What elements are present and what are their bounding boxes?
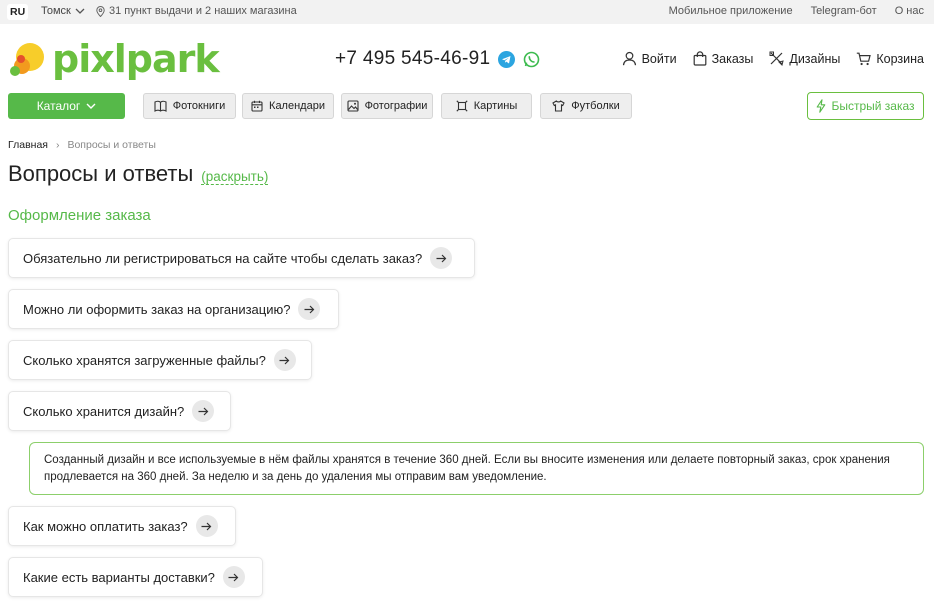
pickup-label: 31 пункт выдачи и 2 наших магазина [109,5,297,17]
breadcrumb: Главная › Вопросы и ответы [8,139,156,151]
catalog-label: Каталог [36,99,81,113]
arrow-right-icon [430,247,453,269]
about-link[interactable]: О нас [895,5,924,17]
arrow-right-icon [192,400,215,422]
pickup-points-link[interactable]: 31 пункт выдачи и 2 наших магазина [96,5,297,17]
nav-tshirts-label: Футболки [571,100,620,112]
logo[interactable]: pixlpark [8,37,220,81]
chevron-down-icon [75,8,85,14]
quick-order-label: Быстрый заказ [831,99,915,113]
nav-paintings[interactable]: Картины [441,93,532,119]
cart-link[interactable]: Корзина [856,51,924,66]
breadcrumb-current: Вопросы и ответы [67,139,156,151]
book-icon [154,100,167,112]
city-label: Томск [41,5,71,17]
shopping-bag-icon [693,51,706,66]
orders-link[interactable]: Заказы [693,51,754,66]
nav-photos-label: Фотографии [364,100,428,112]
faq-item-delivery[interactable]: Какие есть варианты доставки? [8,557,263,597]
catalog-button[interactable]: Каталог [8,93,125,119]
arrow-right-icon [222,566,245,588]
faq-question: Сколько хранятся загруженные файлы? [23,352,266,368]
mobile-app-link[interactable]: Мобильное приложение [669,5,793,17]
quick-order-button[interactable]: Быстрый заказ [807,92,924,120]
chevron-down-icon [86,103,96,109]
faq-question: Можно ли оформить заказ на организацию? [23,301,291,317]
designs-link[interactable]: Дизайны [769,51,840,66]
logo-text: pixlpark [52,37,220,81]
top-links: Мобильное приложение Telegram-бот О нас [669,5,924,17]
faq-question: Сколько хранится дизайн? [23,403,185,419]
language-switch[interactable]: RU [7,4,29,20]
faq-answer-design-storage: Созданный дизайн и все используемые в нё… [29,442,924,495]
calendar-icon [251,100,263,112]
nav-photobooks-label: Фотокниги [172,100,226,112]
city-selector[interactable]: Томск [41,5,85,17]
nav-photobooks[interactable]: Фотокниги [143,93,236,119]
login-label: Войти [641,51,677,66]
top-bar: RU Томск 31 пункт выдачи и 2 наших магаз… [0,0,934,24]
canvas-frame-icon [456,100,468,112]
pencil-ruler-icon [769,51,785,66]
whatsapp-icon[interactable] [523,51,540,68]
telegram-icon[interactable] [498,50,516,68]
faq-item-registration[interactable]: Обязательно ли регистрироваться на сайте… [8,238,475,278]
login-link[interactable]: Войти [622,51,677,66]
section-heading: Оформление заказа [8,207,151,224]
phone-number[interactable]: +7 495 545-46-91 [335,48,490,70]
nav-calendars-label: Календари [269,100,325,112]
page-title-row: Вопросы и ответы (раскрыть) [8,161,269,187]
designs-label: Дизайны [789,51,841,66]
faq-question: Какие есть варианты доставки? [23,569,215,585]
logo-mark-icon [10,43,44,76]
image-icon [347,100,359,112]
faq-item-files-storage[interactable]: Сколько хранятся загруженные файлы? [8,340,312,380]
nav-photos[interactable]: Фотографии [341,93,433,119]
nav-calendars[interactable]: Календари [242,93,334,119]
page-title: Вопросы и ответы [8,161,194,186]
arrow-right-icon [195,515,218,537]
arrow-right-icon [273,349,296,371]
expand-all-link[interactable]: (раскрыть) [201,169,269,185]
faq-item-design-storage[interactable]: Сколько хранится дизайн? [8,391,231,431]
lightning-icon [817,99,826,113]
nav-paintings-label: Картины [473,100,518,112]
header-nav: Войти Заказы Дизайны Корзина [622,51,924,66]
faq-question: Как можно оплатить заказ? [23,518,188,534]
tshirt-icon [552,100,565,112]
breadcrumb-separator-icon: › [55,139,60,151]
breadcrumb-home[interactable]: Главная [8,139,48,151]
phone-block: +7 495 545-46-91 [335,48,540,70]
arrow-right-icon [298,298,321,320]
faq-question: Обязательно ли регистрироваться на сайте… [23,250,423,266]
nav-tshirts[interactable]: Футболки [540,93,632,119]
cart-label: Корзина [876,51,924,66]
user-icon [622,51,636,66]
orders-label: Заказы [711,51,754,66]
faq-item-payment[interactable]: Как можно оплатить заказ? [8,506,236,546]
faq-item-organization[interactable]: Можно ли оформить заказ на организацию? [8,289,339,329]
cart-icon [857,52,872,65]
location-pin-icon [96,5,105,17]
telegram-bot-link[interactable]: Telegram-бот [811,5,877,17]
